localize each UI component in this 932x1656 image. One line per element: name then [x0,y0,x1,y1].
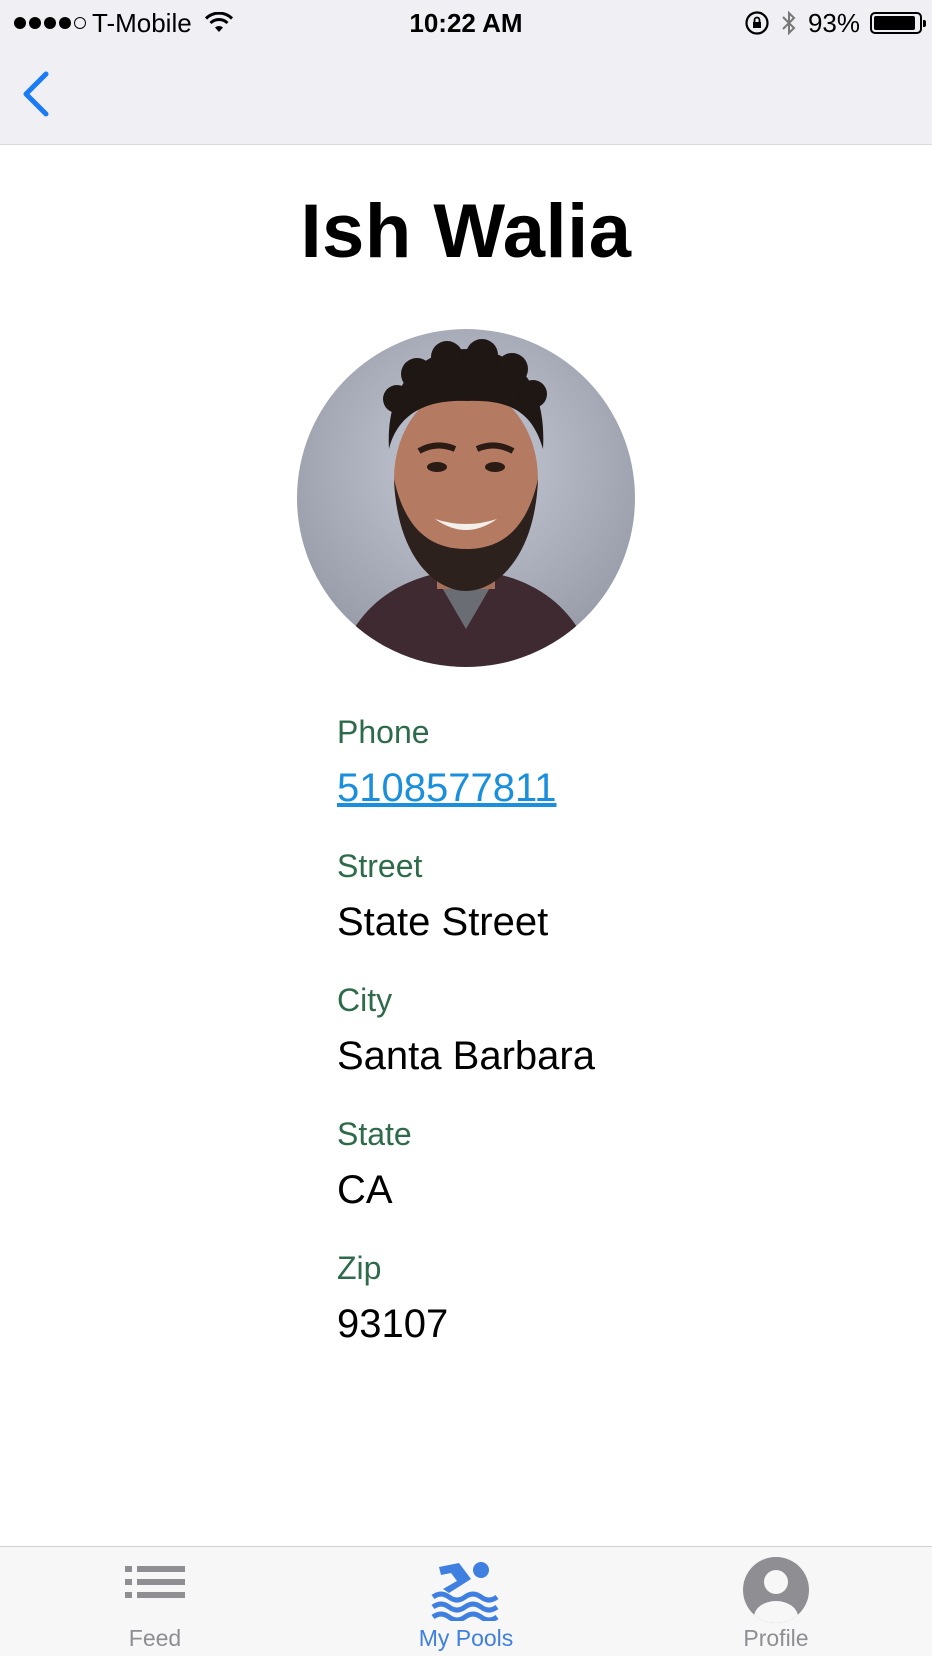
status-right: 93% [744,6,926,40]
phone-link[interactable]: 5108577811 [337,760,897,816]
back-button[interactable] [14,66,58,122]
navigation-bar [0,46,932,145]
tab-profile[interactable]: Profile [676,1547,876,1656]
phone-field: Phone 5108577811 [337,710,897,844]
chevron-left-icon [23,71,49,117]
battery-icon [870,12,926,34]
state-value: CA [337,1168,393,1212]
zip-value: 93107 [337,1302,449,1346]
swimmer-icon [431,1562,499,1621]
contact-details: Phone 5108577811 Street State Street Cit… [337,710,897,1380]
status-bar: T-Mobile 10:22 AM 93% [0,0,932,46]
city-value: Santa Barbara [337,1034,595,1078]
state-label: State [337,1116,412,1152]
tab-bar: Feed My Pools Profile [0,1546,932,1656]
state-field: State CA [337,1112,897,1246]
street-label: Street [337,848,423,884]
rotation-lock-icon [745,11,769,35]
tab-my-pools[interactable]: My Pools [366,1547,566,1656]
phone-label: Phone [337,714,430,750]
tab-profile-label: Profile [743,1625,809,1651]
avatar [297,329,635,667]
zip-field: Zip 93107 [337,1246,897,1380]
tab-feed-label: Feed [128,1625,182,1651]
profile-photo-icon [337,339,595,667]
tab-my-pools-label: My Pools [418,1625,514,1651]
list-icon [125,1566,185,1598]
profile-detail-screen: T-Mobile 10:22 AM 93% Ish Walia Phone 51… [0,0,932,1656]
battery-level-fill [874,16,915,30]
battery-percent: 93% [807,7,860,38]
street-field: Street State Street [337,844,897,978]
bluetooth-icon [782,10,796,36]
street-value: State Street [337,900,549,944]
city-field: City Santa Barbara [337,978,897,1112]
zip-label: Zip [337,1250,382,1286]
tab-feed[interactable]: Feed [55,1547,255,1656]
profile-name: Ish Walia [300,189,632,274]
city-label: City [337,982,393,1018]
person-icon [743,1557,809,1623]
